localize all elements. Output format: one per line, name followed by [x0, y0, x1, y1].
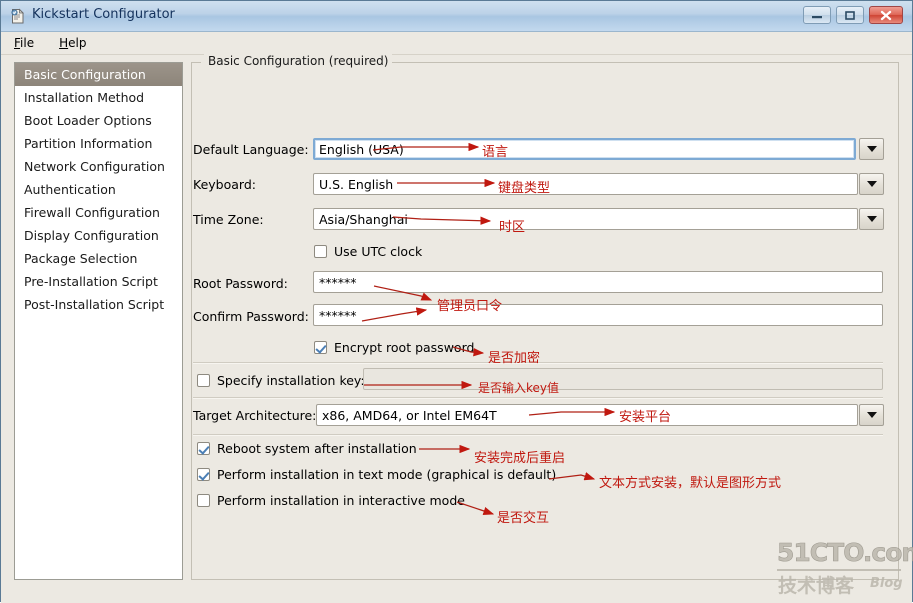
window-content: Basic Configuration Installation Method …	[1, 54, 912, 603]
sidebar-item-package-selection[interactable]: Package Selection	[15, 247, 182, 270]
annotation-target-arch: 安装平台	[619, 410, 672, 425]
sidebar-item-boot-loader-options[interactable]: Boot Loader Options	[15, 109, 182, 132]
minimize-button[interactable]	[803, 6, 831, 24]
annotation-reboot: 安装完成后重启	[474, 451, 566, 466]
chevron-down-icon	[866, 216, 877, 222]
close-icon	[870, 7, 902, 23]
group-title: Basic Configuration (required)	[204, 54, 393, 68]
interactive-mode-installation-label: Perform installation in interactive mode	[217, 493, 465, 508]
watermark-site-name: 51CTO.com	[777, 538, 913, 568]
root-password-input[interactable]	[313, 271, 883, 293]
specify-installation-key-row[interactable]: Specify installation key:	[197, 373, 365, 388]
default-language-input[interactable]	[313, 138, 856, 160]
navigation-sidebar[interactable]: Basic Configuration Installation Method …	[14, 62, 183, 580]
target-architecture-label: Target Architecture:	[193, 408, 317, 423]
chevron-down-icon	[866, 181, 877, 187]
sidebar-item-label: Package Selection	[24, 251, 138, 266]
sidebar-item-label: Display Configuration	[24, 228, 159, 243]
time-zone-dropdown-button[interactable]	[859, 208, 884, 230]
encrypt-root-password-label: Encrypt root password	[334, 340, 475, 355]
sidebar-item-network-configuration[interactable]: Network Configuration	[15, 155, 182, 178]
reboot-after-installation-row[interactable]: Reboot system after installation	[197, 441, 417, 456]
sidebar-item-installation-method[interactable]: Installation Method	[15, 86, 182, 109]
keyboard-dropdown-button[interactable]	[859, 173, 884, 195]
interactive-mode-installation-row[interactable]: Perform installation in interactive mode	[197, 493, 465, 508]
separator-install-options	[193, 434, 883, 436]
text-mode-installation-label: Perform installation in text mode (graph…	[217, 467, 557, 482]
chevron-down-icon	[866, 412, 877, 418]
watermark-chinese-text: 技术博客	[778, 575, 855, 597]
target-architecture-input[interactable]	[316, 404, 858, 426]
sidebar-item-label: Post-Installation Script	[24, 297, 165, 312]
annotation-timezone: 时区	[499, 220, 526, 235]
menu-item-help[interactable]: Help	[56, 35, 89, 51]
watermark: 51CTO.com 技术博客 Blog	[774, 538, 913, 597]
target-architecture-dropdown-button[interactable]	[859, 404, 884, 426]
sidebar-item-label: Partition Information	[24, 136, 153, 151]
specify-installation-key-checkbox[interactable]	[197, 374, 210, 387]
separator-target-arch	[193, 397, 883, 399]
menu-item-file[interactable]: File	[11, 35, 37, 51]
maximize-icon	[837, 7, 863, 23]
text-mode-installation-row[interactable]: Perform installation in text mode (graph…	[197, 467, 556, 482]
maximize-button[interactable]	[836, 6, 864, 24]
specify-installation-key-label: Specify installation key:	[217, 373, 365, 388]
sidebar-item-label: Installation Method	[24, 90, 145, 105]
kickstart-configurator-window: Kickstart Configurator File Help Basic C…	[0, 0, 913, 603]
sidebar-item-basic-configuration[interactable]: Basic Configuration	[15, 63, 182, 86]
use-utc-clock-label: Use UTC clock	[334, 244, 423, 259]
annotation-root-password: 管理员口令	[437, 299, 503, 314]
menu-item-help-rest: elp	[68, 36, 87, 50]
annotation-language: 语言	[482, 145, 509, 160]
menu-item-file-rest: ile	[20, 36, 35, 50]
keyboard-input[interactable]	[313, 173, 858, 195]
sidebar-item-partition-information[interactable]: Partition Information	[15, 132, 182, 155]
default-language-dropdown-button[interactable]	[859, 138, 884, 160]
use-utc-clock-checkbox[interactable]	[314, 245, 327, 258]
time-zone-label: Time Zone:	[193, 212, 264, 227]
confirm-password-input[interactable]	[313, 304, 883, 326]
sidebar-item-label: Authentication	[24, 182, 116, 197]
confirm-password-label: Confirm Password:	[193, 309, 309, 324]
sidebar-item-authentication[interactable]: Authentication	[15, 178, 182, 201]
annotation-encrypt: 是否加密	[488, 351, 541, 366]
sidebar-item-label: Network Configuration	[24, 159, 165, 174]
interactive-mode-installation-checkbox[interactable]	[197, 494, 210, 507]
annotation-install-key: 是否输入key值	[478, 381, 560, 395]
encrypt-root-password-checkbox[interactable]	[314, 341, 327, 354]
sidebar-item-label: Basic Configuration	[24, 67, 146, 82]
sidebar-item-pre-installation-script[interactable]: Pre-Installation Script	[15, 270, 182, 293]
minimize-icon	[804, 7, 830, 23]
chevron-down-icon	[866, 146, 877, 152]
kickstart-document-icon	[9, 8, 26, 25]
time-zone-input[interactable]	[313, 208, 858, 230]
use-utc-clock-row[interactable]: Use UTC clock	[314, 244, 422, 259]
root-password-label: Root Password:	[193, 276, 288, 291]
sidebar-item-label: Firewall Configuration	[24, 205, 160, 220]
close-button[interactable]	[869, 6, 903, 24]
sidebar-item-post-installation-script[interactable]: Post-Installation Script	[15, 293, 182, 316]
keyboard-label: Keyboard:	[193, 177, 256, 192]
menu-bar: File Help	[1, 32, 912, 55]
sidebar-item-firewall-configuration[interactable]: Firewall Configuration	[15, 201, 182, 224]
window-title: Kickstart Configurator	[32, 7, 175, 22]
installation-key-input[interactable]	[363, 368, 883, 390]
watermark-blog-text: Blog	[870, 576, 903, 591]
reboot-after-installation-label: Reboot system after installation	[217, 441, 417, 456]
text-mode-installation-checkbox[interactable]	[197, 468, 210, 481]
default-language-label: Default Language:	[193, 142, 309, 157]
reboot-after-installation-checkbox[interactable]	[197, 442, 210, 455]
title-bar: Kickstart Configurator	[1, 1, 912, 32]
sidebar-item-label: Boot Loader Options	[24, 113, 152, 128]
annotation-text-mode: 文本方式安装，默认是图形方式	[599, 476, 782, 491]
encrypt-root-password-row[interactable]: Encrypt root password	[314, 340, 474, 355]
annotation-interactive: 是否交互	[497, 511, 550, 526]
annotation-keyboard-type: 键盘类型	[498, 181, 551, 196]
sidebar-item-display-configuration[interactable]: Display Configuration	[15, 224, 182, 247]
sidebar-item-label: Pre-Installation Script	[24, 274, 158, 289]
